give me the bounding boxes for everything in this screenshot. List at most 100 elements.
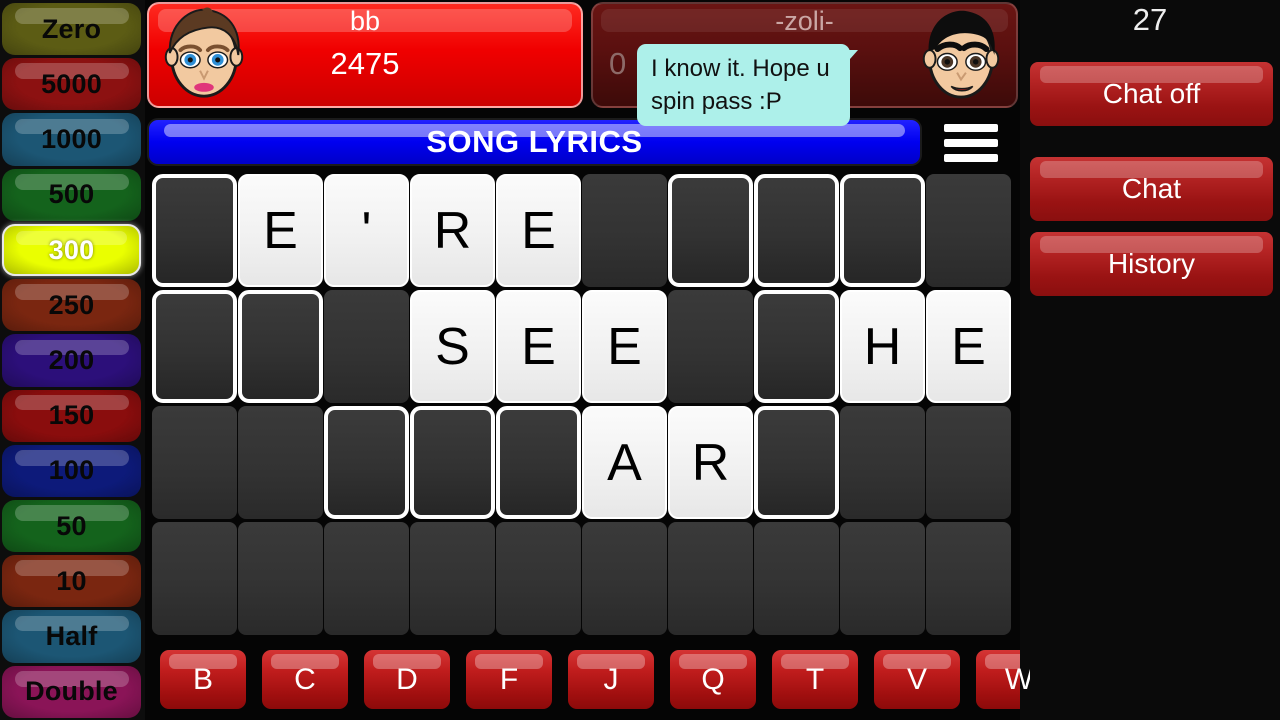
board-tile-letter: H <box>863 317 902 376</box>
board-tile-1-1 <box>152 174 237 287</box>
wheel-value-10[interactable]: 10 <box>2 555 141 608</box>
wheel-value-5000[interactable]: 5000 <box>2 58 141 111</box>
letter-button-f[interactable]: F <box>466 650 552 709</box>
board-tile-4-5 <box>496 522 581 635</box>
board-tile-2-6: E <box>582 290 667 403</box>
board-tile-4-3 <box>324 522 409 635</box>
board-tile-2-10: E <box>926 290 1011 403</box>
board-tile-3-9 <box>840 406 925 519</box>
board-tile-letter: E <box>521 201 556 260</box>
board-tile-1-7 <box>668 174 753 287</box>
board-row: AR <box>152 406 1015 521</box>
board-tile-1-3: ' <box>324 174 409 287</box>
wheel-value-label: 100 <box>48 455 95 486</box>
letter-button-d[interactable]: D <box>364 650 450 709</box>
wheel-value-250[interactable]: 250 <box>2 279 141 332</box>
board-tile-3-3 <box>324 406 409 519</box>
board-tile-2-8 <box>754 290 839 403</box>
hamburger-menu-icon[interactable] <box>944 124 998 162</box>
wheel-value-50[interactable]: 50 <box>2 500 141 553</box>
male-avatar <box>922 10 1000 99</box>
wheel-value-1000[interactable]: 1000 <box>2 113 141 166</box>
board-tile-3-10 <box>926 406 1011 519</box>
wheel-value-300[interactable]: 300 <box>2 223 141 277</box>
wheel-value-500[interactable]: 500 <box>2 168 141 221</box>
letter-button-b[interactable]: B <box>160 650 246 709</box>
board-tile-1-6 <box>582 174 667 287</box>
right-sidebar: 27 Chat off Chat History _BCD_F__IJ____O… <box>1020 0 1280 720</box>
wheel-value-double[interactable]: Double <box>2 665 141 718</box>
letter-button-label: B <box>192 662 213 696</box>
board-tile-3-5 <box>496 406 581 519</box>
history-button[interactable]: History <box>1030 232 1273 296</box>
wheel-value-label: 250 <box>48 289 95 320</box>
wheel-value-zero[interactable]: Zero <box>2 3 141 56</box>
board-tile-2-3 <box>324 290 409 403</box>
board-tile-letter: A <box>607 433 642 492</box>
board-tile-letter: R <box>691 433 730 492</box>
wheel-value-label: 150 <box>48 400 95 431</box>
board-tile-4-1 <box>152 522 237 635</box>
chat-off-button[interactable]: Chat off <box>1030 62 1273 126</box>
player-panel-1[interactable]: bb 2475 <box>147 2 583 108</box>
board-row <box>152 522 1015 637</box>
letter-buttons-row: BCDFJQTVW <box>160 650 1030 712</box>
letter-button-q[interactable]: Q <box>670 650 756 709</box>
wheel-value-label: 10 <box>56 565 87 596</box>
menu-bar-1 <box>944 124 998 132</box>
wheel-value-label: 1000 <box>41 124 102 155</box>
letter-button-c[interactable]: C <box>262 650 348 709</box>
board-tile-3-2 <box>238 406 323 519</box>
board-tile-letter: E <box>607 317 642 376</box>
board-tile-letter: E <box>521 317 556 376</box>
wheel-value-label: 50 <box>56 510 87 541</box>
wheel-value-label: 500 <box>48 179 95 210</box>
letter-button-v[interactable]: V <box>874 650 960 709</box>
letter-button-label: D <box>396 662 418 696</box>
chat-bubble: I know it. Hope u spin pass :P <box>637 44 858 127</box>
board-tile-2-5: E <box>496 290 581 403</box>
board-tile-4-4 <box>410 522 495 635</box>
board-tile-1-8 <box>754 174 839 287</box>
board-tile-2-4: S <box>410 290 495 403</box>
category-label: SONG LYRICS <box>426 124 643 159</box>
letter-button-label: T <box>805 662 825 696</box>
wheel-value-200[interactable]: 200 <box>2 334 141 387</box>
wheel-value-half[interactable]: Half <box>2 610 141 663</box>
letter-button-label: J <box>603 662 619 696</box>
spins-count: 27 <box>1132 2 1168 37</box>
letter-button-t[interactable]: T <box>772 650 858 709</box>
board-tile-letter: E <box>951 317 986 376</box>
wheel-value-100[interactable]: 100 <box>2 444 141 498</box>
female-avatar <box>164 7 244 98</box>
letter-button-j[interactable]: J <box>568 650 654 709</box>
board-tile-3-4 <box>410 406 495 519</box>
board-row: SEEHE <box>152 290 1015 405</box>
letter-button-label: V <box>906 662 927 696</box>
board-tile-4-7 <box>668 522 753 635</box>
board-tile-2-2 <box>238 290 323 403</box>
board-tile-2-1 <box>152 290 237 403</box>
wheel-value-label: Double <box>25 676 118 707</box>
chat-button[interactable]: Chat <box>1030 157 1273 221</box>
board-tile-2-9: H <box>840 290 925 403</box>
board-row: E ' R E <box>152 174 1015 289</box>
letter-button-label: C <box>294 662 316 696</box>
board-tile-4-10 <box>926 522 1011 635</box>
board-tile-1-5: E <box>496 174 581 287</box>
board-tile-4-6 <box>582 522 667 635</box>
wheel-value-label: Half <box>45 621 98 652</box>
menu-bar-2 <box>944 139 998 147</box>
board-tile-3-7: R <box>668 406 753 519</box>
letter-button-label: Q <box>701 662 725 696</box>
board-tile-letter: R <box>433 201 472 260</box>
wheel-values-column: Zero 5000 1000 500 300 250 200 150 100 50 10 Half Do… <box>0 0 145 720</box>
wheel-value-150[interactable]: 150 <box>2 389 141 442</box>
history-button-label: History <box>1107 248 1196 279</box>
players-bar: bb 2475 -zoli- 0 <box>145 0 1020 112</box>
wheel-value-label: 5000 <box>41 68 102 99</box>
board-tile-3-1 <box>152 406 237 519</box>
letter-button-label: F <box>499 662 519 696</box>
board-tile-letter: S <box>435 317 470 376</box>
wheel-value-label: 300 <box>48 234 95 265</box>
